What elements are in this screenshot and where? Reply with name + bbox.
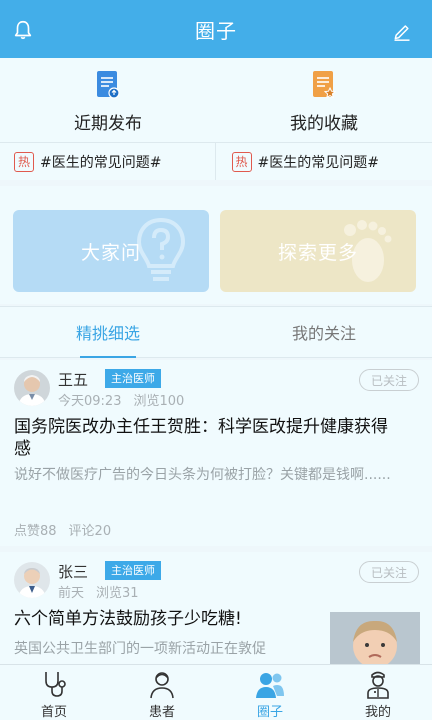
quick-links: 近期发布 我的收藏 <box>0 58 432 142</box>
nav-mine[interactable]: 我的 <box>324 665 432 720</box>
avatar[interactable] <box>14 562 50 598</box>
hot-topics: 热 #医生的常见问题# 热 #医生的常见问题# <box>0 142 432 180</box>
document-star-orange-icon <box>313 71 337 99</box>
document-blue-icon <box>97 71 120 99</box>
post-time: 前天 <box>58 586 85 601</box>
role-badge: 主治医师 <box>105 561 161 580</box>
avatar[interactable] <box>14 370 50 406</box>
role-badge: 主治医师 <box>105 369 161 388</box>
author-name: 张三 <box>58 563 89 581</box>
recent-posts-link[interactable]: 近期发布 <box>0 58 216 142</box>
hot-badge: 热 <box>231 151 252 172</box>
post-views: 浏览31 <box>96 586 139 601</box>
nav-circle[interactable]: 圈子 <box>216 665 324 720</box>
post-stats: 点赞88 评论20 <box>14 520 111 539</box>
post-views: 浏览100 <box>133 394 185 409</box>
post-excerpt: 英国公共卫生部门的一项新活动正在敦促 <box>14 641 266 657</box>
post-meta: 今天09:23 浏览100 <box>58 390 184 409</box>
stethoscope-icon <box>45 672 66 697</box>
doctor-group-icon <box>256 673 284 698</box>
like-count[interactable]: 点赞88 <box>14 524 57 539</box>
nav-patients[interactable]: 患者 <box>108 665 216 720</box>
nav-circle-label: 圈子 <box>256 705 283 720</box>
nav-mine-label: 我的 <box>364 705 391 720</box>
hot-topic-text: #医生的常见问题# <box>257 154 379 171</box>
post-excerpt: 说好不做医疗广告的今日头条为何被打脸？关键都是钱啊...... <box>14 467 391 483</box>
hot-topic-item[interactable]: 热 #医生的常见问题# <box>214 143 432 180</box>
bottom-navigation: 首页 患者 圈子 我的 <box>0 664 432 720</box>
feature-cards: 大家问 探索更多 <box>0 186 432 304</box>
doctor-profile-icon <box>367 671 389 699</box>
recent-posts-label: 近期发布 <box>74 114 142 134</box>
pencil-icon[interactable] <box>392 21 412 41</box>
nav-patients-label: 患者 <box>148 705 175 720</box>
post-thumbnail[interactable] <box>330 612 420 664</box>
bell-icon[interactable] <box>12 19 34 41</box>
nav-home-label: 首页 <box>40 705 67 720</box>
author-name: 王五 <box>58 371 89 389</box>
nav-home[interactable]: 首页 <box>0 665 108 720</box>
ask-everyone-card[interactable]: 大家问 <box>13 210 209 292</box>
post-card[interactable]: 王五 主治医师 今天09:23 浏览100 已关注 国务院医改办主任王贺胜：科学医… <box>0 360 432 546</box>
tab-following[interactable]: 我的关注 <box>216 307 432 357</box>
follow-button[interactable]: 已关注 <box>359 561 419 583</box>
hot-badge: 热 <box>14 151 34 172</box>
my-favorites-link[interactable]: 我的收藏 <box>216 58 432 142</box>
feed-tabs: 精挑细选 我的关注 <box>0 306 432 358</box>
post-time: 今天09:23 <box>58 394 122 409</box>
ask-everyone-label: 大家问 <box>80 241 141 264</box>
top-app-bar: 圈子 <box>0 0 432 58</box>
hot-topic-text: #医生的常见问题# <box>40 154 162 171</box>
explore-more-card[interactable]: 探索更多 <box>220 210 416 292</box>
post-title: 国务院医改办主任王贺胜：科学医改提升健康获得感 <box>14 417 388 459</box>
tab-featured[interactable]: 精挑细选 <box>0 307 216 358</box>
post-card[interactable]: 张三 主治医师 前天 浏览31 已关注 六个简单方法鼓励孩子少吃糖! 英国公共卫生… <box>0 552 432 664</box>
comment-count[interactable]: 评论20 <box>69 524 112 539</box>
follow-button[interactable]: 已关注 <box>359 369 419 391</box>
my-favorites-label: 我的收藏 <box>290 114 358 134</box>
patient-icon <box>150 672 174 699</box>
page-title: 圈子 <box>195 18 237 43</box>
post-meta: 前天 浏览31 <box>58 582 139 601</box>
hot-topic-item[interactable]: 热 #医生的常见问题# <box>0 143 215 180</box>
explore-more-label: 探索更多 <box>277 241 358 264</box>
